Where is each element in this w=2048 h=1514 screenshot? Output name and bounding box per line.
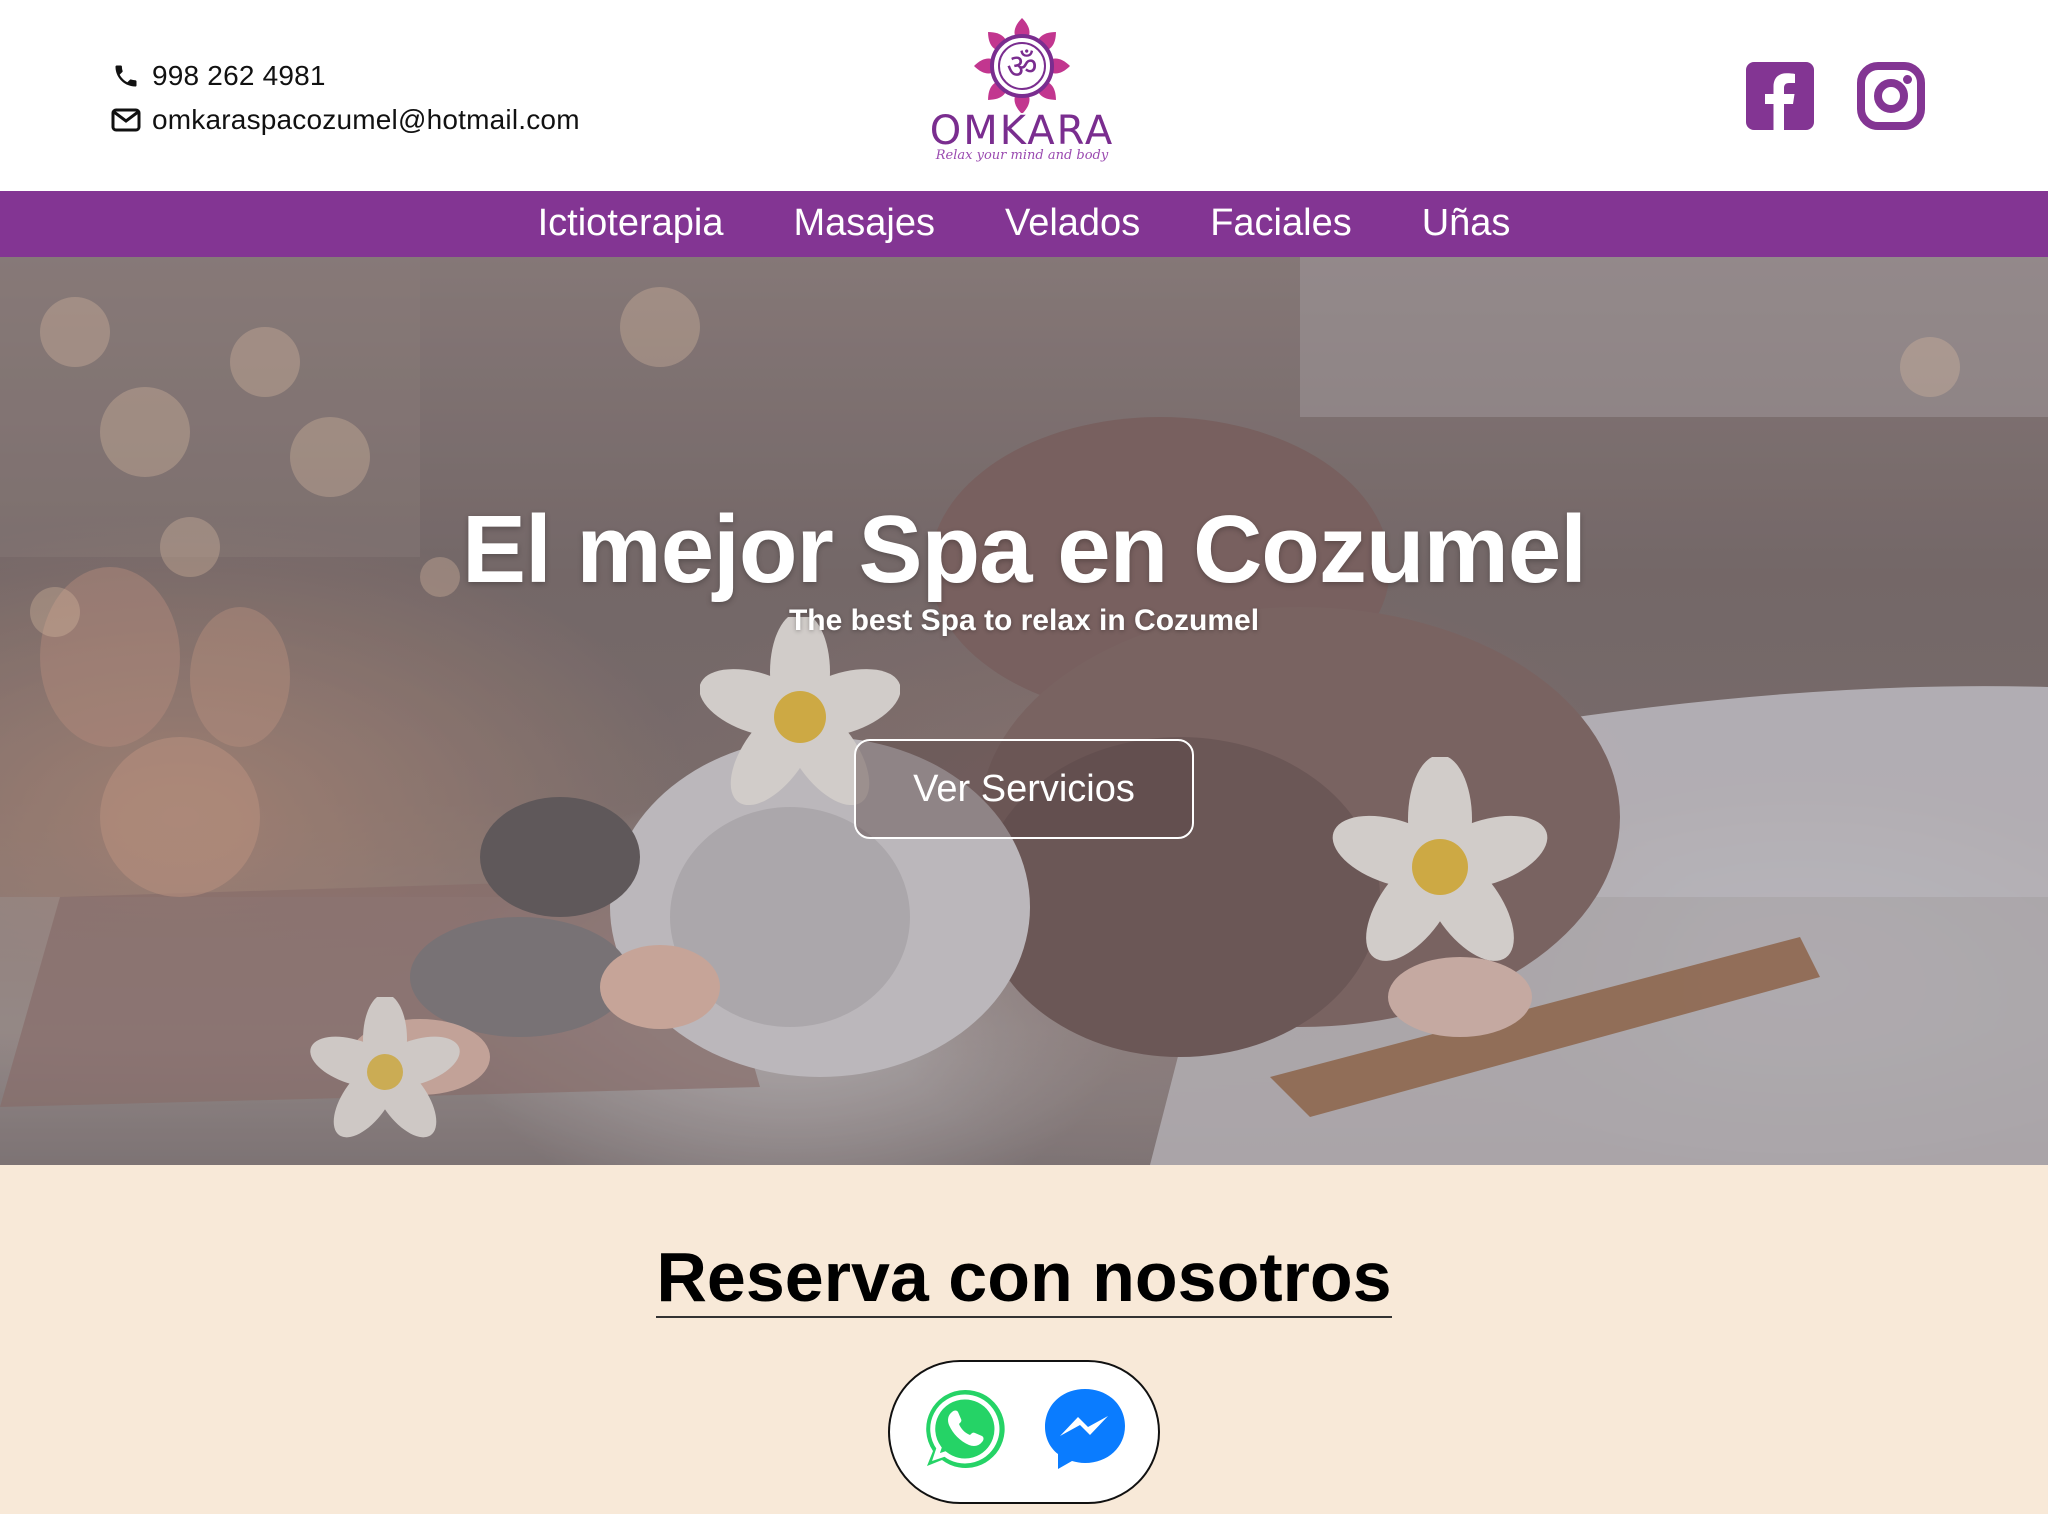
envelope-icon [110,104,142,136]
nav-item-ictioterapia[interactable]: Ictioterapia [538,202,724,245]
phone-contact[interactable]: 998 262 4981 [110,54,580,98]
phone-icon [110,60,142,92]
phone-number: 998 262 4981 [152,60,326,91]
nav-item-unas[interactable]: Uñas [1422,202,1511,245]
whatsapp-icon [926,1389,1005,1468]
logo-tagline: Relax your mind and body [935,148,1109,163]
contact-info: 998 262 4981 omkaraspacozumel@hotmail.co… [110,54,580,142]
view-services-button[interactable]: Ver Servicios [854,739,1194,839]
messenger-icon [1045,1389,1125,1469]
reserve-section: Reserva con nosotros [0,1165,2048,1514]
chat-buttons [888,1360,1160,1504]
facebook-icon [1746,62,1814,130]
nav-item-faciales[interactable]: Faciales [1210,202,1352,245]
whatsapp-button[interactable] [920,1384,1010,1474]
facebook-link[interactable] [1744,60,1816,132]
email-address: omkaraspacozumel@hotmail.com [152,104,580,135]
title-underline [656,1316,1392,1318]
messenger-button[interactable] [1040,1384,1130,1474]
instagram-link[interactable] [1855,60,1927,132]
svg-text:ॐ: ॐ [1006,47,1037,87]
email-contact[interactable]: omkaraspacozumel@hotmail.com [110,98,580,142]
main-nav: Ictioterapia Masajes Velados Faciales Uñ… [0,191,2048,257]
reserve-title: Reserva con nosotros [656,1238,1392,1316]
hero-overlay [0,257,2048,1165]
site-header: 998 262 4981 omkaraspacozumel@hotmail.co… [0,0,2048,191]
hero-title: El mejor Spa en Cozumel [462,496,1587,603]
instagram-icon [1857,62,1925,130]
hero-subtitle: The best Spa to relax in Cozumel [788,604,1260,637]
hero-banner: El mejor Spa en Cozumel The best Spa to … [0,257,2048,1165]
om-mandala-icon: ॐ [974,18,1070,114]
nav-item-velados[interactable]: Velados [1005,202,1140,245]
nav-item-masajes[interactable]: Masajes [793,202,935,245]
omkara-logo[interactable]: ॐ OMKARA Relax your mind and body [920,18,1124,168]
